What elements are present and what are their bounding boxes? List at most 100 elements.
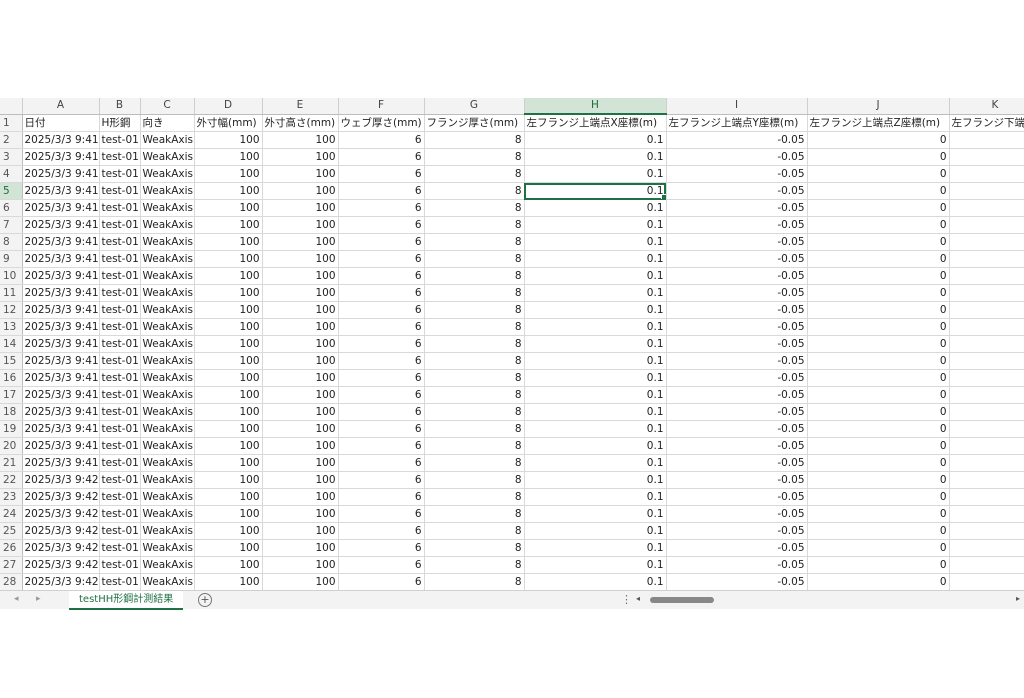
cell[interactable]: -0.05 — [666, 352, 808, 370]
row-header[interactable]: 19 — [0, 420, 23, 438]
cell[interactable]: -0.05 — [666, 573, 808, 590]
cell[interactable]: 0.1 — [524, 165, 667, 183]
cell[interactable]: 100 — [262, 505, 339, 523]
scroll-right-icon[interactable]: ▸ — [1016, 594, 1020, 603]
cell[interactable]: 6 — [338, 522, 425, 540]
cell[interactable]: WeakAxis — [140, 148, 195, 166]
cell[interactable]: 100 — [194, 165, 263, 183]
cell[interactable]: test-01 — [99, 454, 141, 472]
row-header[interactable]: 10 — [0, 267, 23, 285]
cell[interactable]: 8 — [424, 250, 525, 268]
header-cell[interactable]: 左フランジ下端 — [949, 114, 1024, 132]
row-header[interactable]: 25 — [0, 522, 23, 540]
cell[interactable]: 0 — [807, 437, 950, 455]
cell[interactable]: 6 — [338, 505, 425, 523]
cell[interactable]: 100 — [262, 488, 339, 506]
cell[interactable]: 6 — [338, 318, 425, 336]
cell[interactable]: 100 — [194, 488, 263, 506]
add-sheet-icon[interactable]: + — [198, 593, 212, 607]
cell[interactable]: WeakAxis — [140, 505, 195, 523]
cell[interactable]: 0 — [807, 335, 950, 353]
cell[interactable]: 0 — [807, 573, 950, 590]
cell[interactable] — [949, 182, 1024, 200]
cell[interactable] — [949, 199, 1024, 217]
cell[interactable]: 100 — [262, 318, 339, 336]
cell[interactable]: 0.1 — [524, 216, 667, 234]
row-header[interactable]: 20 — [0, 437, 23, 455]
cell[interactable]: 0 — [807, 165, 950, 183]
cell[interactable]: 100 — [194, 386, 263, 404]
cell[interactable]: WeakAxis — [140, 471, 195, 489]
cell[interactable]: test-01 — [99, 505, 141, 523]
cell[interactable] — [949, 301, 1024, 319]
row-header[interactable]: 22 — [0, 471, 23, 489]
cell[interactable]: 6 — [338, 454, 425, 472]
cell[interactable]: test-01 — [99, 369, 141, 387]
cell[interactable]: 0 — [807, 556, 950, 574]
cell[interactable]: WeakAxis — [140, 420, 195, 438]
cell[interactable]: -0.05 — [666, 454, 808, 472]
column-header-e[interactable]: E — [262, 98, 339, 115]
cell[interactable]: 2025/3/3 9:42 — [22, 556, 100, 574]
cell[interactable]: 0.1 — [524, 267, 667, 285]
cell[interactable] — [949, 131, 1024, 149]
cell[interactable]: 0.1 — [524, 403, 667, 421]
cell[interactable]: 100 — [262, 556, 339, 574]
cell[interactable]: 6 — [338, 131, 425, 149]
cell[interactable]: 100 — [194, 301, 263, 319]
cell[interactable]: 8 — [424, 216, 525, 234]
cell[interactable]: -0.05 — [666, 335, 808, 353]
cell[interactable]: test-01 — [99, 386, 141, 404]
cell[interactable]: 0.1 — [524, 420, 667, 438]
cell[interactable]: 100 — [262, 573, 339, 590]
cell[interactable]: -0.05 — [666, 556, 808, 574]
cell[interactable]: 100 — [194, 250, 263, 268]
row-header[interactable]: 3 — [0, 148, 23, 166]
row-header[interactable]: 9 — [0, 250, 23, 268]
cell[interactable] — [949, 488, 1024, 506]
cell[interactable]: 100 — [194, 182, 263, 200]
cell[interactable]: 8 — [424, 522, 525, 540]
cell[interactable]: 2025/3/3 9:42 — [22, 488, 100, 506]
cell[interactable]: 100 — [194, 131, 263, 149]
cell[interactable]: 100 — [262, 352, 339, 370]
cell[interactable]: 0 — [807, 386, 950, 404]
row-header[interactable]: 8 — [0, 233, 23, 251]
cell[interactable] — [949, 233, 1024, 251]
cell[interactable]: 2025/3/3 9:41 — [22, 318, 100, 336]
cell[interactable]: 100 — [262, 454, 339, 472]
cell[interactable]: 2025/3/3 9:41 — [22, 335, 100, 353]
cell[interactable]: test-01 — [99, 199, 141, 217]
cell[interactable]: 0.1 — [524, 250, 667, 268]
cell[interactable]: 2025/3/3 9:41 — [22, 182, 100, 200]
cell[interactable] — [949, 216, 1024, 234]
cell[interactable]: WeakAxis — [140, 488, 195, 506]
column-header-d[interactable]: D — [194, 98, 263, 115]
row-header[interactable]: 16 — [0, 369, 23, 387]
cell[interactable]: 8 — [424, 301, 525, 319]
cell[interactable]: 0.1 — [524, 471, 667, 489]
cell[interactable]: -0.05 — [666, 165, 808, 183]
cell[interactable]: 2025/3/3 9:41 — [22, 369, 100, 387]
cell[interactable]: 0 — [807, 233, 950, 251]
cell[interactable]: test-01 — [99, 403, 141, 421]
cell[interactable]: test-01 — [99, 267, 141, 285]
cell[interactable]: 8 — [424, 420, 525, 438]
row-header[interactable]: 6 — [0, 199, 23, 217]
cell[interactable]: -0.05 — [666, 369, 808, 387]
cell[interactable]: test-01 — [99, 148, 141, 166]
cell[interactable]: 0 — [807, 216, 950, 234]
cell[interactable] — [949, 335, 1024, 353]
cell[interactable]: 100 — [194, 437, 263, 455]
cell[interactable]: 0.1 — [524, 437, 667, 455]
cell[interactable]: 0 — [807, 352, 950, 370]
cell[interactable]: 0.1 — [524, 386, 667, 404]
cell[interactable]: test-01 — [99, 539, 141, 557]
row-header[interactable]: 26 — [0, 539, 23, 557]
cell[interactable]: test-01 — [99, 420, 141, 438]
cell[interactable]: 2025/3/3 9:42 — [22, 522, 100, 540]
cell[interactable]: 100 — [262, 539, 339, 557]
cell[interactable]: 0 — [807, 318, 950, 336]
cell[interactable]: -0.05 — [666, 522, 808, 540]
cell[interactable]: 100 — [262, 148, 339, 166]
